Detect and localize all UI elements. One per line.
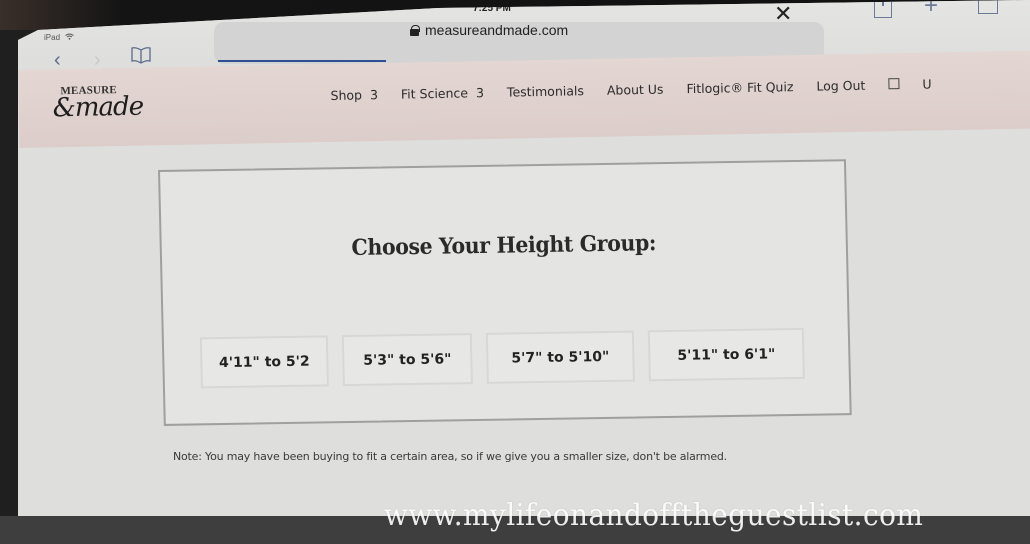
nav-item-fit-quiz[interactable]: Fitlogic® Fit Quiz [686,79,793,96]
book-icon [131,47,151,64]
wifi-icon [65,33,74,42]
height-options: 4'11" to 5'2 5'3" to 5'6" 5'7" to 5'10" … [199,327,805,389]
dropdown-indicator-icon: 3 [369,87,379,103]
quiz-question-title: Choose Your Height Group: [351,230,657,261]
nav-item-fit-science[interactable]: Fit Science 3 [401,85,484,102]
url-label: measureandmade.com [425,22,569,38]
cart-icon[interactable] [888,78,900,90]
page-load-progress [218,60,386,62]
lock-icon [410,25,420,36]
nav-item-about-us[interactable]: About Us [607,82,664,98]
watermark-text: www.mylifeonandofftheguestlist.com [384,498,924,533]
status-bar-left: iPad [44,33,74,42]
forward-button[interactable]: › [94,50,101,70]
dropdown-indicator-icon: 3 [475,85,485,101]
nav-item-log-out[interactable]: Log Out [816,78,865,94]
height-option-button[interactable]: 5'3" to 5'6" [341,333,473,387]
tablet-screen: 7:25 PM iPad ‹ › measureandmade.com ✕ + … [18,0,1030,518]
back-button[interactable]: ‹ [54,50,61,70]
bookmarks-button[interactable] [130,46,152,64]
share-button[interactable] [874,0,892,18]
nav-item-shop[interactable]: Shop 3 [330,87,378,103]
measure-and-made-logo[interactable]: MEASURE &made [48,81,179,133]
height-option-button[interactable]: 4'11" to 5'2 [199,335,329,389]
tabs-overview-button[interactable] [978,0,998,14]
height-option-button[interactable]: 5'11" to 6'1" [647,327,805,382]
nav-item-testimonials[interactable]: Testimonials [507,83,584,99]
device-label: iPad [44,33,61,42]
stop-loading-button[interactable]: ✕ [774,3,792,25]
height-option-button[interactable]: 5'7" to 5'10" [485,330,635,384]
address-bar-text[interactable]: measureandmade.com [410,22,568,38]
sizing-note: Note: You may have been buying to fit a … [173,450,727,463]
new-tab-button[interactable]: + [924,0,938,18]
logo-wordmark-script: &made [52,91,144,124]
account-icon[interactable]: U [922,76,931,91]
main-nav: Shop 3 Fit Science 3 Testimonials About … [330,76,931,103]
height-group-card: Choose Your Height Group: 4'11" to 5'2 5… [158,159,852,426]
